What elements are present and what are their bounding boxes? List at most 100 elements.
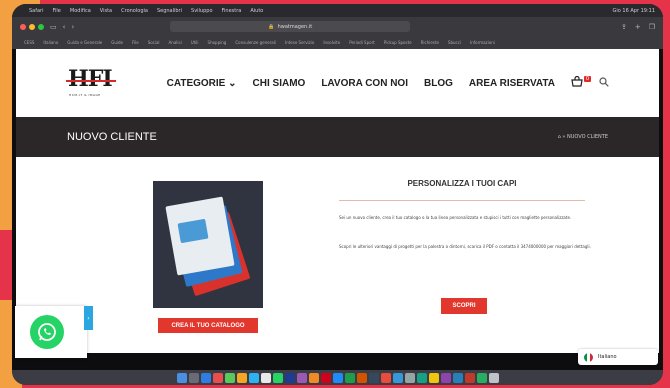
address-bar[interactable]: 🔒 hwatmagen.it [170,21,411,32]
bookmark-item[interactable]: Utili [191,40,199,45]
bookmark-item[interactable]: Sbucci [448,40,461,45]
nav-categorie[interactable]: CATEGORIE ⌄ [167,78,237,89]
minimize-window-button[interactable] [29,23,35,30]
bookmark-item[interactable]: Italiano [43,40,58,45]
nav-area-riservata[interactable]: AREA RISERVATA [469,78,555,89]
menubar-item[interactable]: Segnalibri [157,8,182,14]
search-icon[interactable] [599,76,609,90]
cart-count-badge: 0 [583,76,591,82]
mac-dock [12,370,663,385]
site-logo[interactable]: HFI HCM-IT & IMAGE [66,66,116,100]
nav-chi-siamo[interactable]: CHI SIAMO [253,78,306,89]
bookmark-item[interactable]: Shopping [208,40,227,45]
calendar-icon[interactable] [212,372,223,383]
language-selector[interactable]: Italiano [578,349,658,365]
site-header: HFI HCM-IT & IMAGE CATEGORIE ⌄ CHI SIAMO… [16,49,659,117]
bookmark-item[interactable]: Guida e Generale [67,40,102,45]
menubar-item[interactable]: File [53,8,61,14]
scopri-button[interactable]: SCOPRI [441,298,487,314]
bookmark-item[interactable]: Intese Servizio [285,40,314,45]
magnifier-icon [599,76,609,87]
catalog-image [153,181,263,308]
bookmark-item[interactable]: Consulenze generali [235,40,276,45]
bookmark-item[interactable]: Analisi [169,40,182,45]
lock-icon: 🔒 [268,23,275,30]
bookmark-item[interactable]: CESS [24,40,34,45]
mail-icon[interactable] [248,372,259,383]
close-window-button[interactable] [20,23,26,30]
forward-icon[interactable]: › [71,23,74,31]
bookmark-item[interactable]: Insolvite [323,40,340,45]
website-page: HFI HCM-IT & IMAGE CATEGORIE ⌄ CHI SIAMO… [16,49,659,353]
whatsapp-icon[interactable] [30,315,64,349]
notes-icon[interactable] [260,372,271,383]
laptop-screen: Safari File Modifica Vista Cronologia Se… [12,4,663,385]
menubar-item[interactable]: Modifica [70,8,91,14]
nav-lavora-con-noi[interactable]: LAVORA CON NOI [321,78,408,89]
italy-flag-icon [584,352,593,362]
back-icon[interactable]: ‹ [63,23,66,31]
word-icon[interactable] [332,372,343,383]
menubar-item[interactable]: Finestra [222,8,242,14]
language-label: Italiano [598,354,617,360]
finder-icon[interactable] [176,372,187,383]
excel-icon[interactable] [344,372,355,383]
menubar-item[interactable]: Cronologia [121,8,148,14]
menubar-item[interactable]: Vista [100,8,112,14]
photoshop-icon[interactable] [284,372,295,383]
youtube-icon[interactable] [464,372,475,383]
whatsapp-phone-icon [38,323,56,341]
whatsapp-collapse-tab[interactable]: › [84,306,93,330]
safari-icon[interactable] [200,372,211,383]
bookmark-item[interactable]: Richieste [421,40,439,45]
bookmark-item[interactable]: Guide [111,40,123,45]
create-catalog-button[interactable]: CREA IL TUO CATALOGO [158,318,258,333]
launchpad-icon[interactable] [188,372,199,383]
whatsapp-dock-icon[interactable] [272,372,283,383]
url-text: hwatmagen.it [277,23,313,30]
bookmark-item[interactable]: Pickup Sposte [384,40,412,45]
maps-icon[interactable] [416,372,427,383]
bookmark-item[interactable]: Informazioni [470,40,495,45]
nav-blog[interactable]: BLOG [424,78,453,89]
maximize-window-button[interactable] [38,23,44,30]
chevron-down-icon: ⌄ [228,77,237,89]
logo-underline [66,80,116,82]
settings-icon[interactable] [404,372,415,383]
bookmarks-bar: CESS Italiano Guida e Generale Guide Fil… [12,36,663,49]
bookmark-item[interactable]: Social [148,40,160,45]
logo-mark: HFI [68,66,113,92]
files-icon[interactable] [428,372,439,383]
menubar-item[interactable]: Sviluppo [191,8,213,14]
window-controls [20,23,44,30]
trash-icon[interactable] [488,372,499,383]
app-store-icon[interactable] [392,372,403,383]
podcasts-icon[interactable] [440,372,451,383]
cart-icon[interactable]: 0 [571,75,591,90]
bookmark-item[interactable]: File [132,40,139,45]
new-tab-icon[interactable]: + [635,23,641,31]
music-icon[interactable] [380,372,391,383]
spotify-icon[interactable] [476,372,487,383]
main-nav: CATEGORIE ⌄ CHI SIAMO LAVORA CON NOI BLO… [167,75,609,90]
section-heading: PERSONALIZZA I TUOI CAPI [407,179,517,188]
photos-icon[interactable] [236,372,247,383]
mac-menubar: Safari File Modifica Vista Cronologia Se… [12,4,663,17]
share-icon[interactable]: ⇪ [621,23,627,31]
tabs-overview-icon[interactable]: ❐ [649,23,655,31]
premiere-icon[interactable] [296,372,307,383]
powerpoint-icon[interactable] [356,372,367,383]
page-title: NUOVO CLIENTE [67,131,157,143]
menubar-item[interactable]: Aiuto [250,8,263,14]
breadcrumb[interactable]: ⌂ » NUOVO CLIENTE [558,134,608,140]
whatsapp-widget[interactable] [15,306,87,358]
sidebar-icon[interactable]: ▭ [50,23,57,31]
browser-chrome: ▭ ‹ › 🔒 hwatmagen.it ⇪ + ❐ CESS Italiano… [12,17,663,49]
illustrator-icon[interactable] [308,372,319,383]
messages-icon[interactable] [224,372,235,383]
menubar-item[interactable]: Safari [29,8,44,14]
bookmark-item[interactable]: Periodi Sport [349,40,375,45]
terminal-icon[interactable] [368,372,379,383]
zoom-icon[interactable] [452,372,463,383]
acrobat-icon[interactable] [320,372,331,383]
